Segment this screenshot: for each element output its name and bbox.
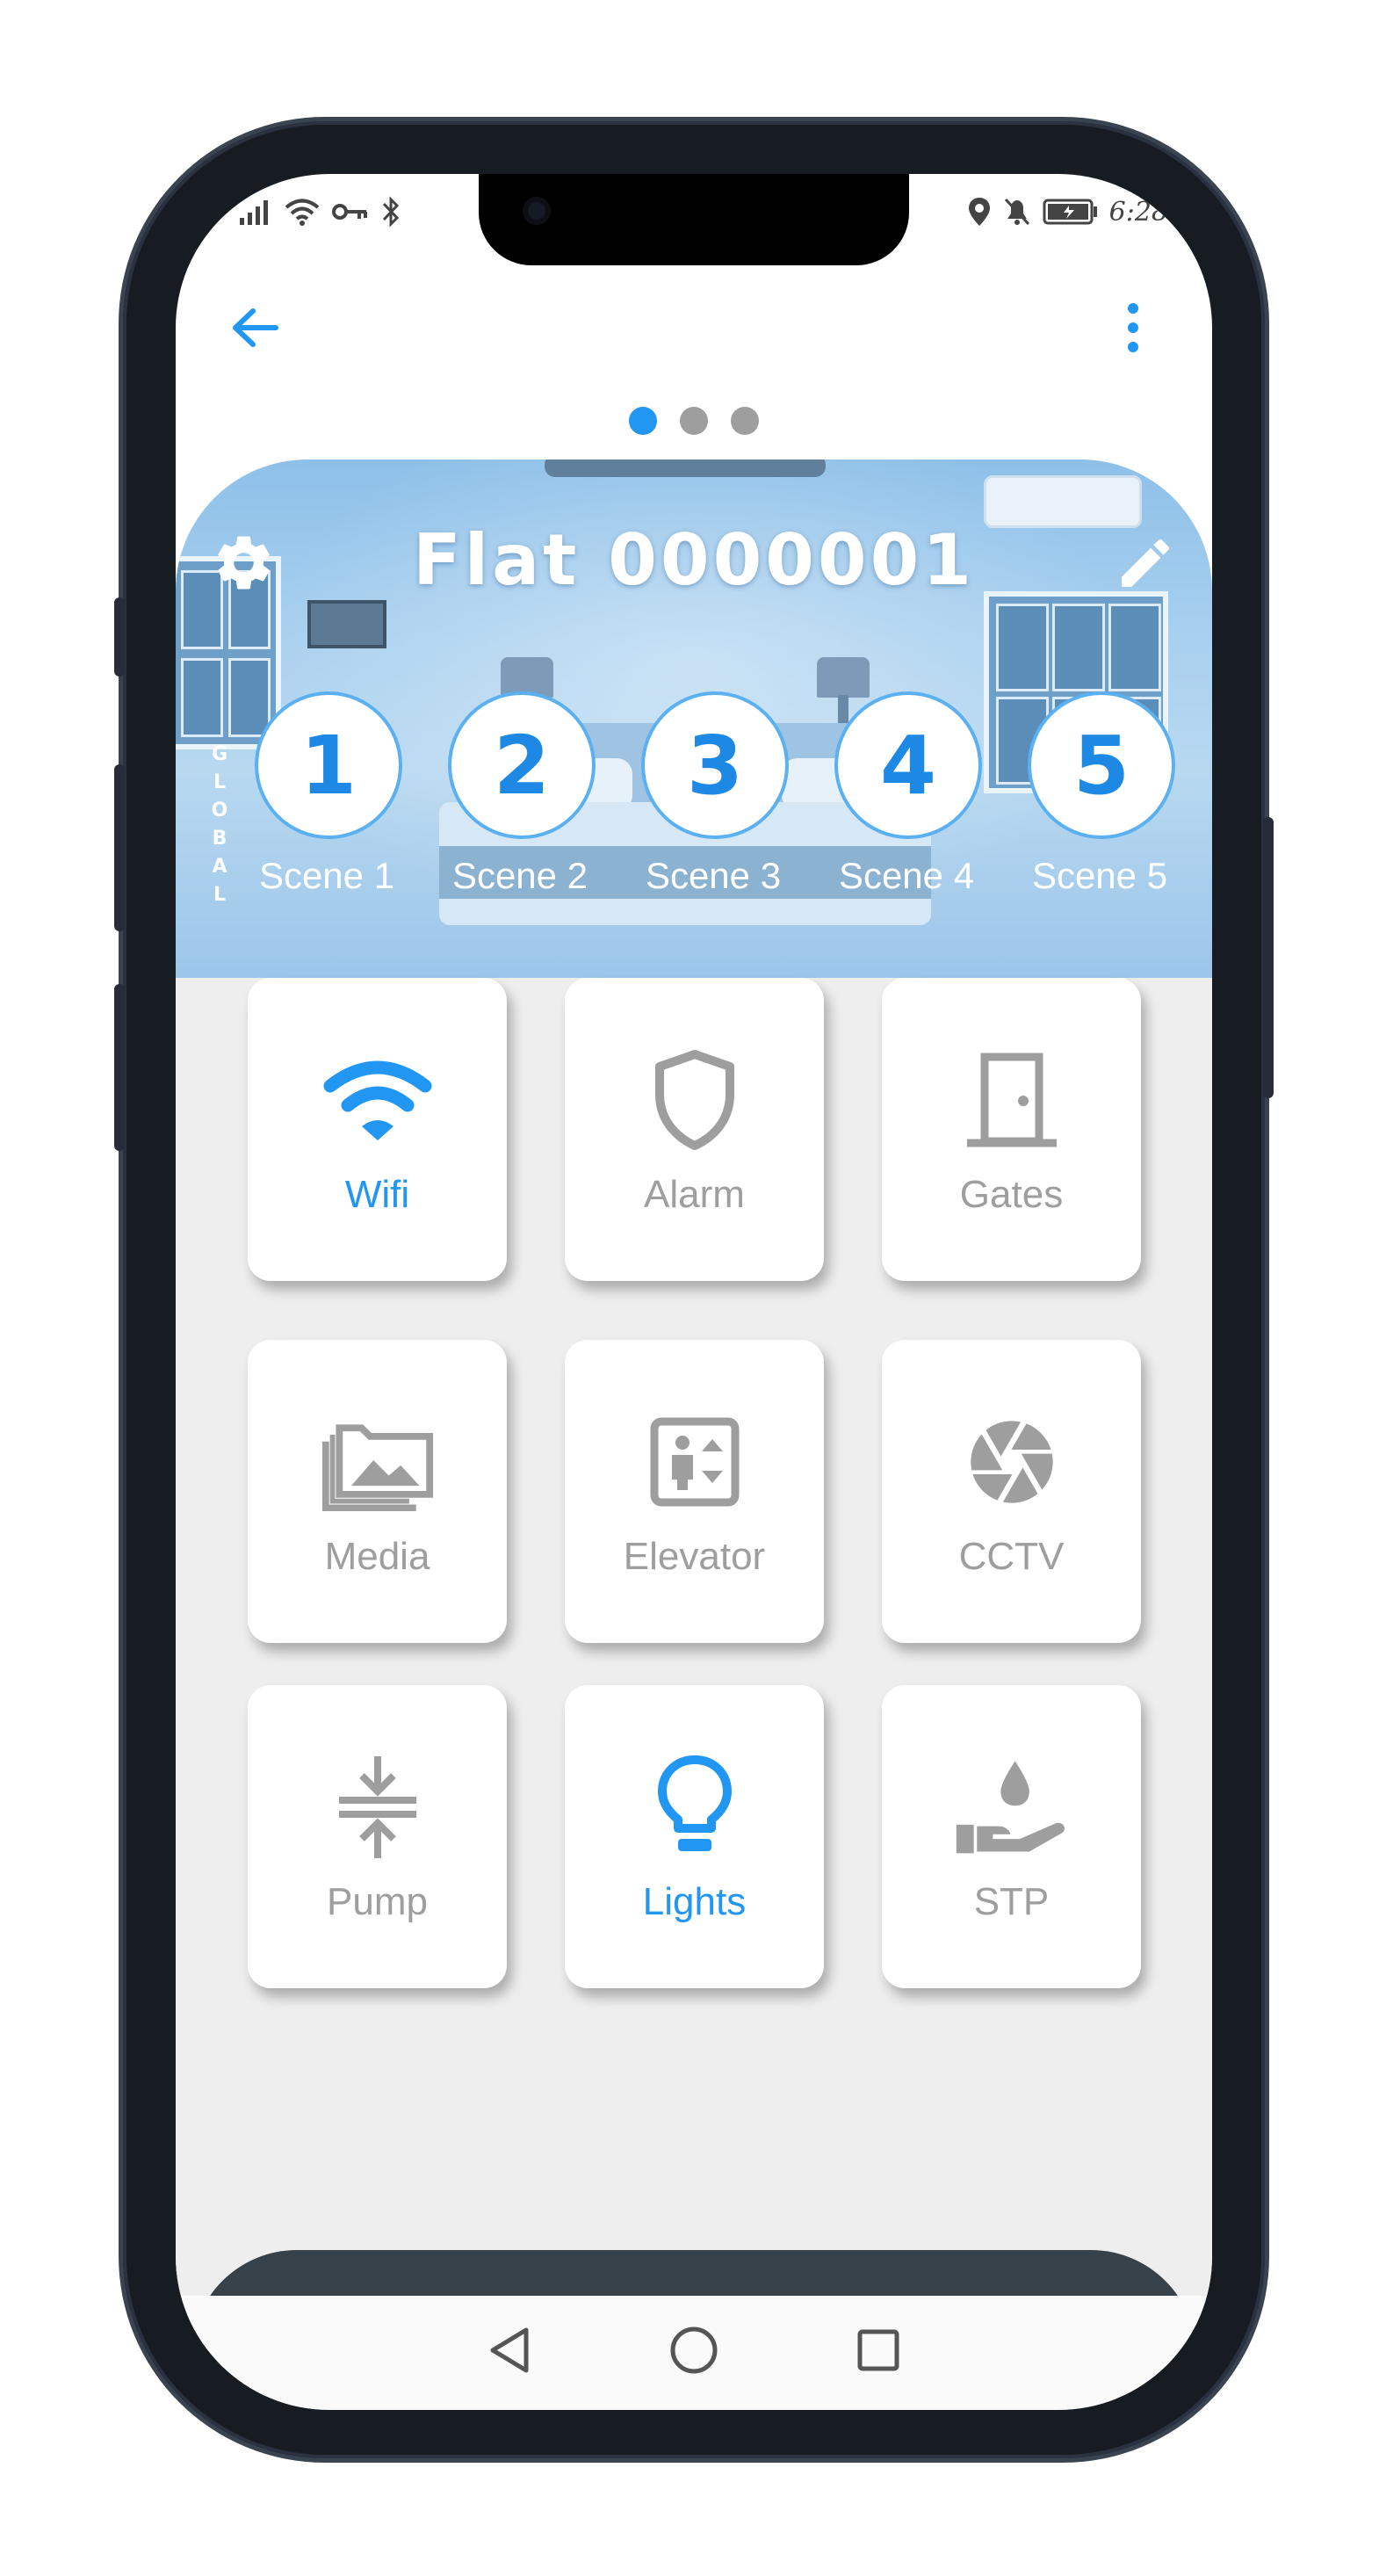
scene-4-button[interactable]: 4 Scene 4	[819, 695, 994, 896]
tile-stp[interactable]: STP	[882, 1685, 1141, 1988]
home-circle-icon	[670, 2326, 718, 2374]
bluetooth-icon	[383, 196, 400, 228]
front-camera	[523, 197, 551, 225]
scene-1-button[interactable]: 1 Scene 1	[239, 695, 415, 896]
global-vertical-label: G L O B A L	[209, 741, 230, 909]
scene-label: Scene 5	[1031, 855, 1168, 896]
tile-gates[interactable]: Gates	[882, 978, 1141, 1281]
more-vertical-icon	[1128, 303, 1138, 352]
status-bar-left: 4G	[218, 192, 401, 232]
tile-label: Elevator	[623, 1534, 766, 1578]
lamp-right-image	[817, 657, 870, 698]
recents-square-icon	[857, 2329, 899, 2371]
nav-back-button[interactable]	[470, 2311, 549, 2390]
tile-alarm[interactable]: Alarm	[565, 978, 824, 1281]
tile-label: CCTV	[958, 1534, 1065, 1578]
battery-icon	[1043, 199, 1097, 225]
compress-icon	[338, 1755, 416, 1858]
tile-label: Lights	[642, 1879, 747, 1923]
screen: 4G 6:28 Flat 0000001 G L O B A L 1 Scene…	[176, 174, 1212, 2410]
tile-label: Alarm	[644, 1172, 745, 1216]
page-dot-1[interactable]	[629, 407, 657, 435]
tile-elevator[interactable]: Elevator	[565, 1340, 824, 1643]
page-dot-3[interactable]	[731, 407, 759, 435]
ceiling-fan-image	[545, 459, 826, 477]
status-time: 6:28	[1108, 196, 1168, 228]
features-grid: Wifi Alarm Gates Media Elevator CCTV Pum…	[176, 978, 1212, 2296]
tile-label: Wifi	[344, 1172, 410, 1216]
edit-flat-button[interactable]	[1114, 532, 1177, 595]
notch	[479, 174, 909, 265]
wifi-status-icon	[285, 199, 320, 226]
global-letter: A	[212, 856, 227, 878]
silent-switch	[114, 597, 125, 677]
signal-icon	[240, 200, 269, 225]
pencil-icon	[1122, 539, 1170, 587]
tile-lights[interactable]: Lights	[565, 1685, 824, 1988]
volume-up-button	[114, 764, 125, 931]
global-letter: G	[211, 743, 228, 765]
scene-number: 4	[838, 695, 978, 836]
scene-5-button[interactable]: 5 Scene 5	[1012, 695, 1188, 896]
global-letter: B	[212, 828, 227, 850]
scene-number: 1	[258, 695, 399, 836]
location-icon	[968, 198, 990, 226]
back-button[interactable]	[224, 297, 285, 358]
photo-library-icon	[321, 1423, 433, 1511]
scene-number: 3	[645, 695, 785, 836]
system-nav-bar	[176, 2296, 1212, 2410]
global-letter: L	[213, 771, 227, 793]
global-letter: L	[213, 884, 227, 906]
camera-shutter-icon	[970, 1420, 1053, 1503]
lamp-left-image	[501, 657, 553, 698]
scene-label: Scene 1	[258, 855, 395, 896]
tile-label: STP	[973, 1879, 1050, 1923]
power-button	[1263, 817, 1274, 1098]
nav-recents-button[interactable]	[839, 2311, 918, 2390]
wall-frame-image	[307, 600, 386, 648]
tile-pump[interactable]: Pump	[248, 1685, 507, 1988]
page-dot-2[interactable]	[680, 407, 708, 435]
scene-number: 5	[1031, 695, 1172, 836]
tile-label: Gates	[959, 1172, 1064, 1216]
scene-2-button[interactable]: 2 Scene 2	[432, 695, 608, 896]
elevator-icon	[650, 1417, 739, 1506]
arrow-left-icon	[233, 308, 278, 347]
tile-cctv[interactable]: CCTV	[882, 1340, 1141, 1643]
lightbulb-icon	[657, 1755, 732, 1851]
volume-down-button	[114, 984, 125, 1151]
tile-wifi[interactable]: Wifi	[248, 978, 507, 1281]
scene-label: Scene 4	[838, 855, 975, 896]
back-triangle-icon	[490, 2327, 529, 2373]
more-menu-button[interactable]	[1102, 297, 1164, 358]
nav-home-button[interactable]	[654, 2311, 733, 2390]
status-bar-right: 6:28	[967, 192, 1168, 232]
tile-label: Pump	[327, 1879, 428, 1923]
vpn-key-icon	[332, 204, 368, 220]
shield-icon	[654, 1049, 734, 1150]
tile-label: Media	[324, 1534, 430, 1578]
water-hand-icon	[956, 1761, 1065, 1853]
tile-media[interactable]: Media	[248, 1340, 507, 1643]
network-label: 4G	[218, 196, 237, 211]
scene-label: Scene 2	[451, 855, 588, 896]
flat-hero-banner: Flat 0000001 G L O B A L 1 Scene 1 2 Sce…	[176, 459, 1212, 978]
wifi-icon	[323, 1060, 431, 1140]
flat-title: Flat 0000001	[413, 519, 975, 601]
scene-number: 2	[451, 695, 592, 836]
scene-label: Scene 3	[645, 855, 782, 896]
mute-icon	[1004, 198, 1029, 226]
scene-3-button[interactable]: 3 Scene 3	[625, 695, 801, 896]
global-letter: O	[211, 800, 228, 821]
door-icon	[966, 1053, 1057, 1147]
page-indicator	[176, 407, 1212, 435]
